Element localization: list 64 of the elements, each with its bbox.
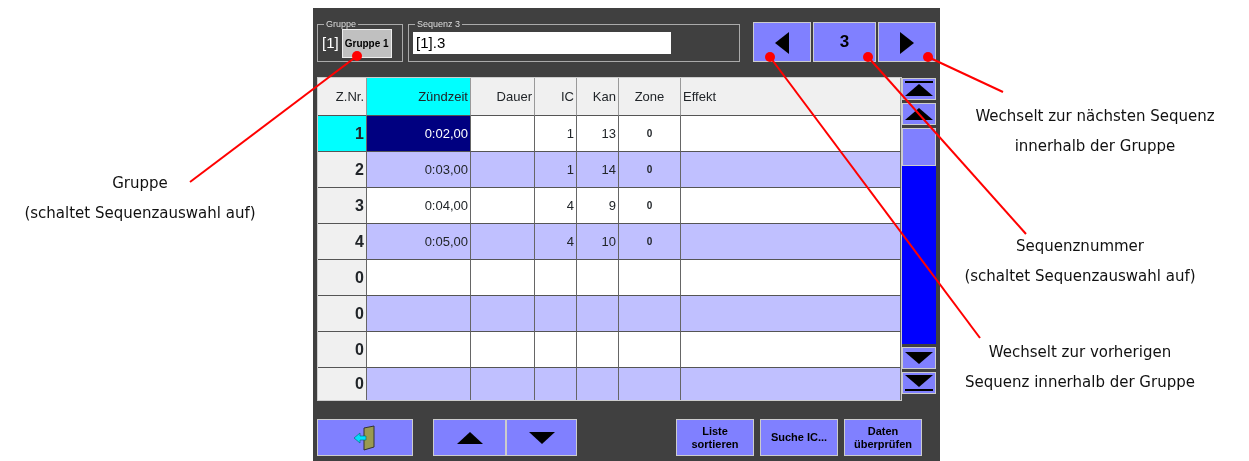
frame-label: Gruppe [325,20,358,29]
previous-button[interactable] [753,22,811,62]
next-button[interactable] [878,22,936,62]
right-triangle-icon [900,31,914,54]
table-cell: 10 [577,224,619,260]
row-number: 0 [318,260,367,296]
row-number: 3 [318,188,367,224]
column-header[interactable]: Kan [577,78,619,116]
table-cell: 1 [535,116,577,152]
table-cell: 0 [619,152,681,188]
exit-button[interactable] [317,419,413,456]
row-number: 0 [318,332,367,368]
column-header[interactable]: Dauer [471,78,535,116]
table-cell: 0:02,00 [367,116,471,152]
bottom-icon [905,375,933,391]
up-triangle-icon [905,108,933,120]
scroll-top-button[interactable] [902,78,936,100]
action-button[interactable]: Suche IC... [760,419,838,456]
exit-door-icon [352,424,378,451]
row-number: 2 [318,152,367,188]
scrollbar-track[interactable] [902,128,936,344]
down-triangle-icon [528,432,555,445]
column-header[interactable]: Zone [619,78,681,116]
table-cell: 0:03,00 [367,152,471,188]
action-button[interactable]: Liste sortieren [676,419,754,456]
table-cell: 9 [577,188,619,224]
group-index: [1] [322,32,339,53]
column-header[interactable]: Zündzeit [367,78,471,116]
up-triangle-icon [456,432,483,445]
move-up-button[interactable] [433,419,506,456]
table-cell: 0:04,00 [367,188,471,224]
callout-text: Gruppe (schaltet Sequenzauswahl auf) [23,173,257,224]
scrollbar-thumb[interactable] [902,128,936,166]
sequence-number-button[interactable]: 3 [813,22,876,62]
frame-label: Sequenz 3 [416,20,462,29]
table-cell: 0 [619,224,681,260]
row-number: 1 [318,116,367,152]
column-header[interactable]: Effekt [681,78,901,116]
table-cell: 0 [619,188,681,224]
scroll-up-button[interactable] [902,103,936,125]
scroll-bottom-button[interactable] [902,372,936,394]
left-triangle-icon [775,31,789,54]
table-cell: 4 [535,188,577,224]
row-number: 0 [318,368,367,400]
callout-text: Wechselt zur vorherigen Sequenz innerhalb der Gruppe [964,342,1196,393]
row-number: 0 [318,296,367,332]
table-cell: 1 [535,152,577,188]
sequence-field[interactable]: [1].3 [413,32,672,54]
top-icon [905,81,933,97]
column-header[interactable]: Z.Nr. [318,78,367,116]
move-down-button[interactable] [506,419,577,456]
table-cell: 0 [619,116,681,152]
action-button[interactable]: Daten überprüfen [844,419,922,456]
callout-text: Sequenznummer (schaltet Sequenzauswahl auf) [963,236,1197,287]
row-number: 4 [318,224,367,260]
group-button[interactable]: Gruppe 1 [341,28,392,58]
callout-text: Wechselt zur nächsten Sequenz innerhalb der Gruppe [974,106,1216,157]
scroll-down-button[interactable] [902,347,936,369]
table-cell: 13 [577,116,619,152]
table-cell: 0:05,00 [367,224,471,260]
table-cell: 4 [535,224,577,260]
table-cell: 14 [577,152,619,188]
column-header[interactable]: IC [535,78,577,116]
down-triangle-icon [905,352,933,364]
